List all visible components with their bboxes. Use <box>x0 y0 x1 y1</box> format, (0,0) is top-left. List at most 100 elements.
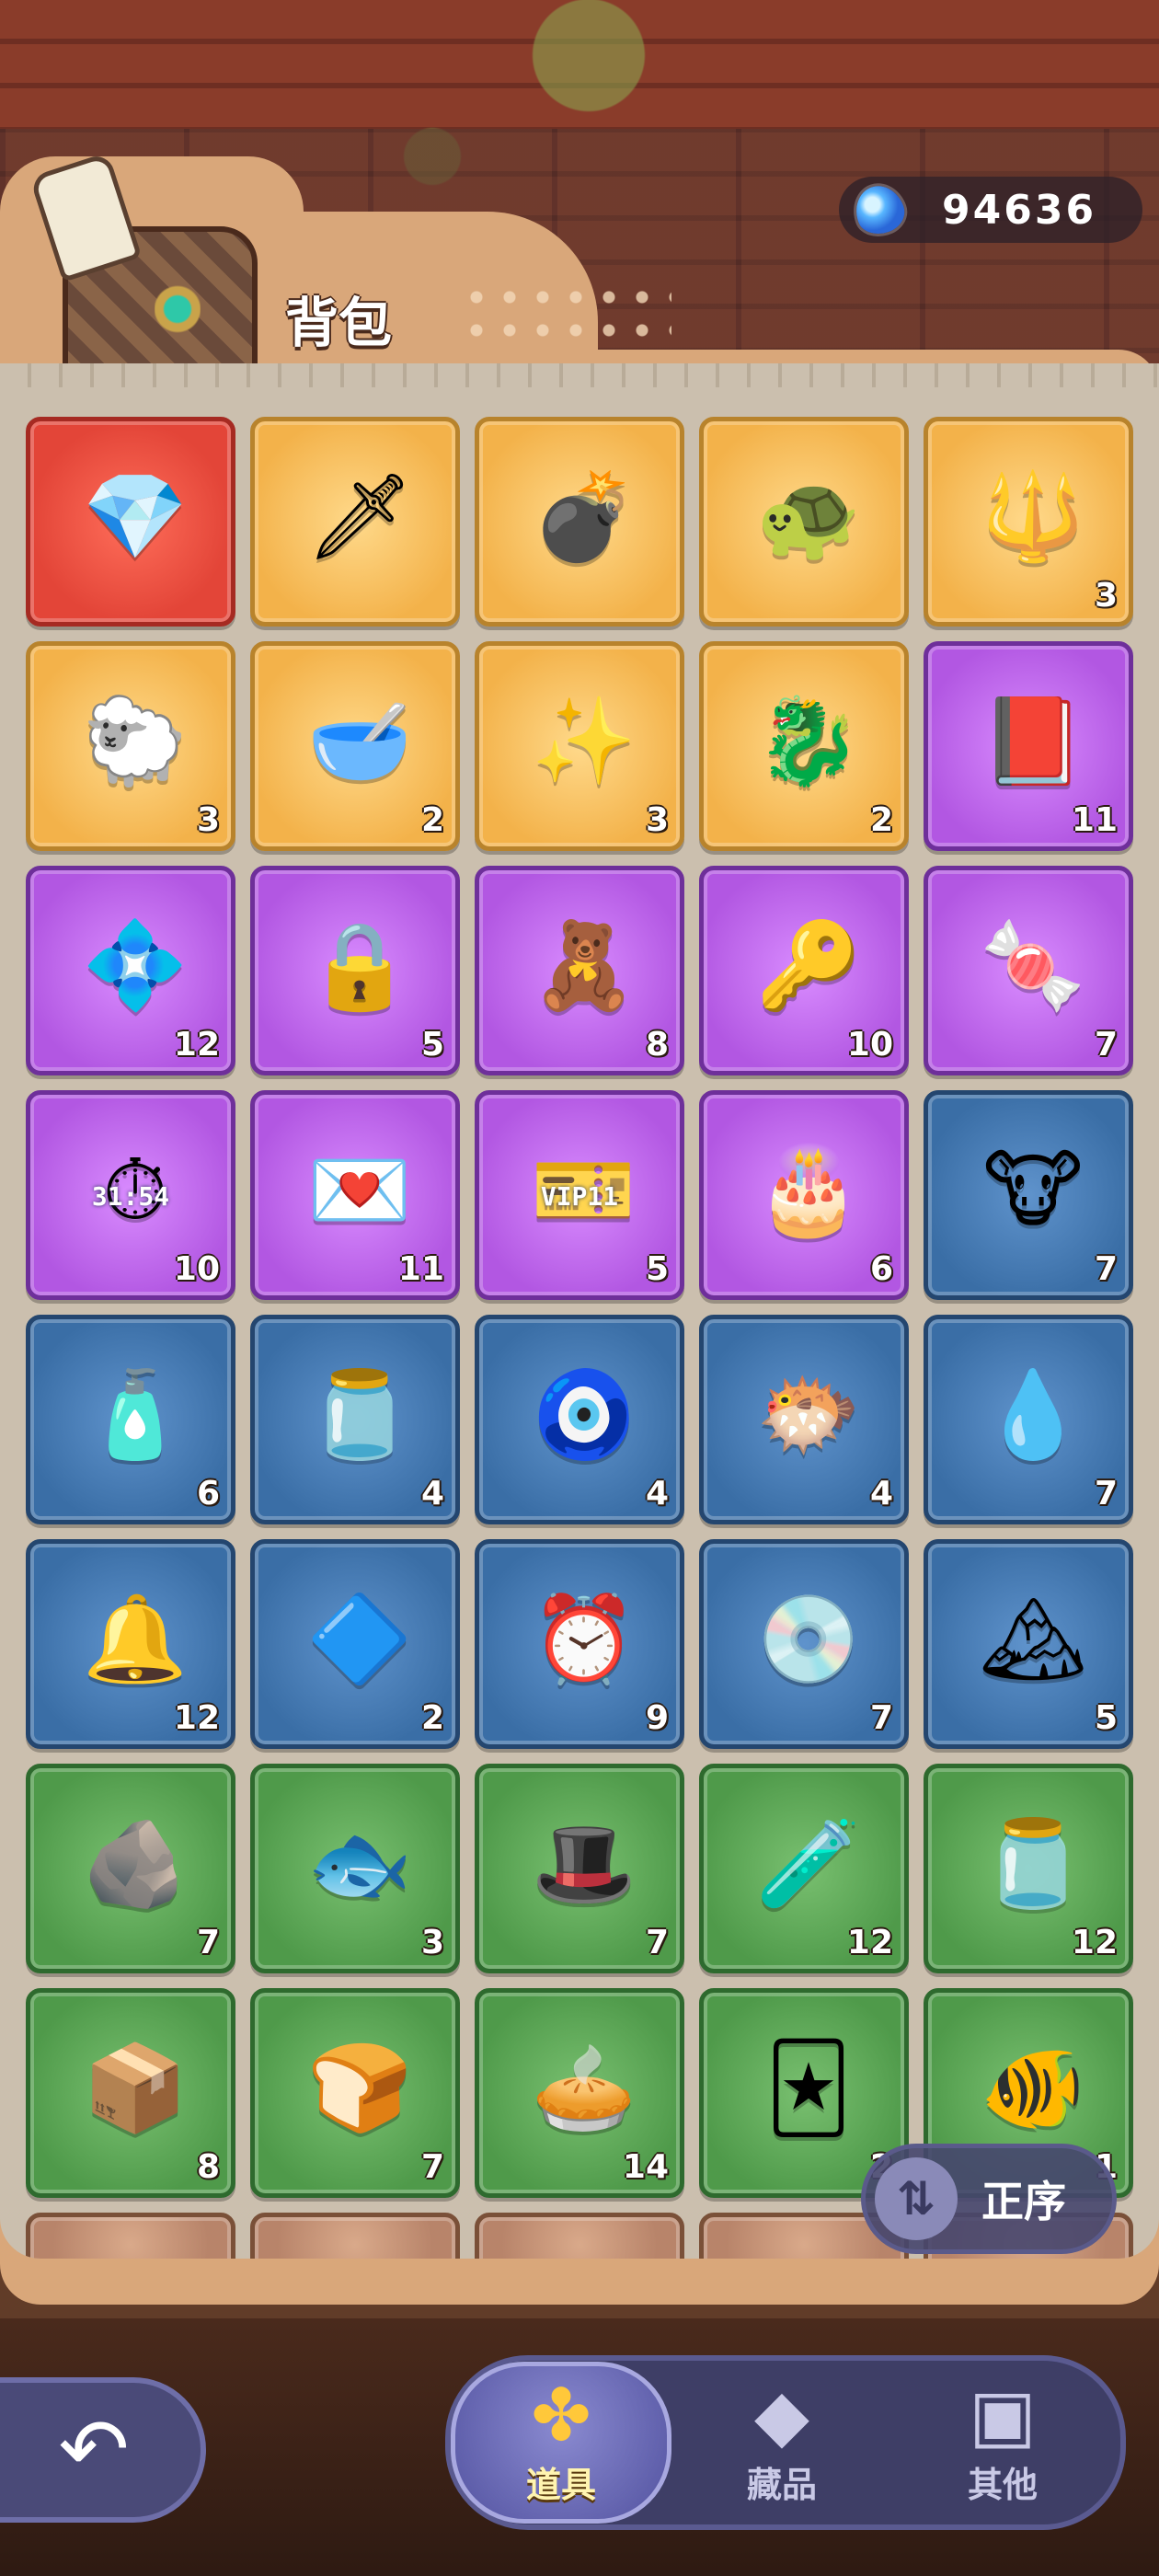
inventory-slot[interactable]: 🫙 4 <box>250 1315 460 1524</box>
item-count: 8 <box>196 2148 220 2186</box>
inventory-slot[interactable]: 🍞 7 <box>250 1988 460 2198</box>
inventory-slot[interactable]: 🔔 12 <box>26 1539 235 1749</box>
inventory-slot[interactable]: 💌 11 <box>250 1090 460 1300</box>
box-icon: ▣ <box>969 2374 1037 2455</box>
tab-label: 道具 <box>525 2464 596 2505</box>
item-count: 9 <box>645 1699 669 1737</box>
silver-key-icon: 🔑 <box>755 916 862 1015</box>
inventory-slot[interactable]: ⏰ 9 <box>475 1539 684 1749</box>
water-drop-icon: 💧 <box>980 1365 1086 1464</box>
golden-trident-icon: 🔱 <box>980 467 1086 566</box>
diamond-icon: ◆ <box>754 2374 809 2455</box>
inventory-slot[interactable]: 💧 7 <box>924 1315 1133 1524</box>
item-count: 11 <box>1071 801 1118 839</box>
green-potion-icon: 🧪 <box>755 1814 862 1913</box>
mossy-cube-icon: 📦 <box>82 2039 189 2137</box>
inventory-slot[interactable]: 📦 8 <box>26 1988 235 2198</box>
item-count: 12 <box>173 1026 220 1064</box>
inventory-slot[interactable]: 🧪 12 <box>699 1764 909 1973</box>
inventory-slot[interactable] <box>250 2213 460 2259</box>
star-potion-icon: ✨ <box>531 692 637 790</box>
alarm-clock-icon: ⏰ <box>531 1590 637 1688</box>
inventory-slot[interactable]: 🔑 10 <box>699 866 909 1075</box>
inventory-slot[interactable]: 🐢 <box>699 417 909 627</box>
golden-bowl-icon: 🥣 <box>306 692 413 790</box>
inventory-slot[interactable]: 💿 7 <box>699 1539 909 1749</box>
golden-bell-icon: 🔔 <box>82 1590 189 1688</box>
item-count: 2 <box>420 801 444 839</box>
item-count: 12 <box>1071 1924 1118 1961</box>
sort-arrows-icon: ⇅ <box>875 2157 958 2240</box>
inventory-slot[interactable]: 🥧 14 <box>475 1988 684 2198</box>
inventory-slot[interactable]: 🔱 3 <box>924 417 1133 627</box>
item-count: 5 <box>1094 1699 1118 1737</box>
clover-icon: ✤ <box>531 2374 591 2455</box>
inventory-slot[interactable]: 🔷 2 <box>250 1539 460 1749</box>
inventory-panel[interactable]: 💎 🗡 💣 🐢 🔱 3 🐑 3 🥣 2 ✨ 3 🐉 2 📕 11 💠 12 🔒 5 🧸 8 🔑 10 🍬 7 ⏱ 31:54 10 💌 11… <box>0 363 1159 2259</box>
inventory-slot[interactable]: 🔒 5 <box>250 866 460 1075</box>
item-count: 4 <box>420 1475 444 1512</box>
tab-3[interactable]: ▣ 其他 <box>892 2362 1113 2524</box>
tab-2[interactable]: ◆ 藏品 <box>671 2362 892 2524</box>
inventory-slot[interactable]: 🫙 12 <box>924 1764 1133 1973</box>
inventory-slot[interactable]: 🐟 3 <box>250 1764 460 1973</box>
item-count: 8 <box>645 1026 669 1064</box>
blue-bottle-icon: 🧴 <box>82 1365 189 1464</box>
cd-disc-icon: 💿 <box>755 1590 862 1688</box>
ox-figurine-icon: 🐮 <box>982 1141 1084 1239</box>
birthday-cake-icon: 🎂 <box>755 1141 862 1239</box>
item-count: 7 <box>1094 1475 1118 1512</box>
item-count: 7 <box>196 1924 220 1961</box>
inventory-slot[interactable]: 🪨 7 <box>26 1764 235 1973</box>
glass-jar-icon: 🫙 <box>980 1814 1086 1913</box>
currency-value: 94636 <box>942 186 1097 234</box>
bottom-tab-bar: ✤ 道具 ◆ 藏品 ▣ 其他 <box>445 2355 1126 2530</box>
item-count: 12 <box>846 1924 893 1961</box>
inventory-slot[interactable]: 🐮 7 <box>924 1090 1133 1300</box>
inventory-slot[interactable]: 💎 <box>26 417 235 627</box>
inventory-slot[interactable]: 🐉 2 <box>699 641 909 851</box>
item-count: 11 <box>397 1250 444 1288</box>
inventory-slot[interactable]: 💠 12 <box>26 866 235 1075</box>
blue-fish-icon: 🐡 <box>755 1365 862 1464</box>
inventory-slot[interactable]: ✨ 3 <box>475 641 684 851</box>
item-count: 14 <box>622 2148 669 2186</box>
tab-1[interactable]: ✤ 道具 <box>451 2362 671 2524</box>
eye-charm-icon: 🧿 <box>531 1365 637 1464</box>
inventory-slot[interactable]: 🐑 3 <box>26 641 235 851</box>
red-book-icon: 📕 <box>980 692 1086 790</box>
inventory-slot[interactable]: 🐡 4 <box>699 1315 909 1524</box>
inventory-slot[interactable]: 🗡 <box>250 417 460 627</box>
inventory-slot[interactable]: 📕 11 <box>924 641 1133 851</box>
inventory-slot[interactable] <box>26 2213 235 2259</box>
inventory-slot[interactable]: 🎫 VIP11 5 <box>475 1090 684 1300</box>
ice-crystal-icon: 🏔 <box>979 1590 1087 1688</box>
item-count: 2 <box>420 1699 444 1737</box>
purple-gem-icon: 💠 <box>82 916 189 1015</box>
inventory-slot[interactable]: 🧴 6 <box>26 1315 235 1524</box>
item-count: 7 <box>1094 1026 1118 1064</box>
tab-label: 藏品 <box>746 2464 817 2505</box>
inventory-slot[interactable]: ⏱ 31:54 10 <box>26 1090 235 1300</box>
back-button[interactable]: ↶ <box>0 2377 206 2523</box>
item-count: 10 <box>173 1250 220 1288</box>
inventory-slot[interactable] <box>475 2213 684 2259</box>
item-count: 3 <box>196 801 220 839</box>
inventory-slot[interactable]: 🧸 8 <box>475 866 684 1075</box>
inventory-slot[interactable]: 💣 <box>475 417 684 627</box>
item-count: 3 <box>1094 577 1118 615</box>
item-count: 7 <box>869 1699 893 1737</box>
inventory-slot[interactable]: 🥣 2 <box>250 641 460 851</box>
sort-button[interactable]: ⇅ 正序 <box>861 2144 1117 2254</box>
tab-label: 其他 <box>967 2464 1038 2505</box>
back-arrow-icon: ↶ <box>58 2403 130 2497</box>
inventory-slot[interactable]: 🏔 5 <box>924 1539 1133 1749</box>
inventory-slot[interactable]: 🎂 6 <box>699 1090 909 1300</box>
rune-stone-icon: 🪨 <box>82 1814 189 1913</box>
inventory-slot[interactable]: 🍬 7 <box>924 866 1133 1075</box>
inventory-grid: 💎 🗡 💣 🐢 🔱 3 🐑 3 🥣 2 ✨ 3 🐉 2 📕 11 💠 12 🔒 5 🧸 8 🔑 10 🍬 7 ⏱ 31:54 10 💌 11… <box>26 417 1135 2259</box>
inventory-slot[interactable]: 🧿 4 <box>475 1315 684 1524</box>
inventory-slot[interactable]: 🎩 7 <box>475 1764 684 1973</box>
potion-jar-icon: 🫙 <box>306 1365 413 1464</box>
item-count: 7 <box>420 2148 444 2186</box>
